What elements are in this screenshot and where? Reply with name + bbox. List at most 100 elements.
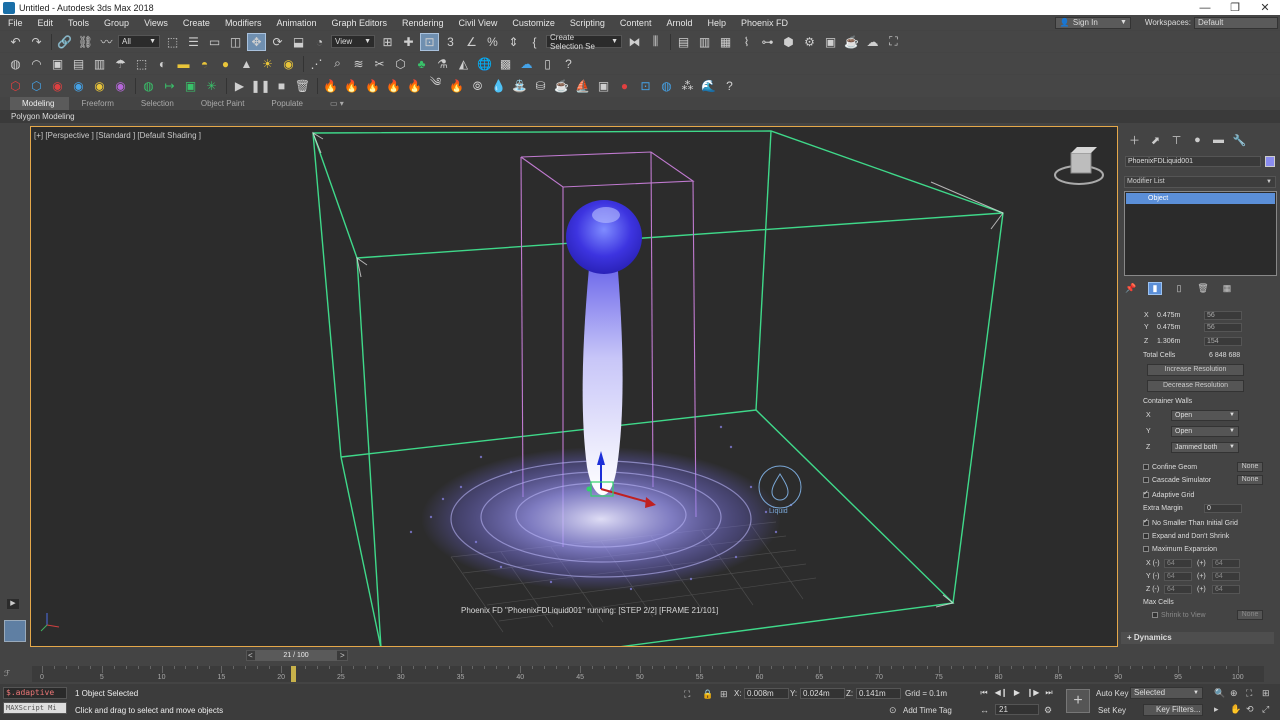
play-animation-icon[interactable]: ▶ [1010, 688, 1024, 699]
menu-views[interactable]: Views [136, 18, 175, 28]
vray-frame-buffer-icon[interactable]: ▤ [69, 55, 88, 73]
menu-group[interactable]: Group [96, 18, 136, 28]
phoenix-liquid-source-icon[interactable]: ◉ [69, 77, 88, 95]
menu-customize[interactable]: Customize [504, 18, 562, 28]
vray-help-icon[interactable]: ? [559, 55, 578, 73]
preset-smoke-icon[interactable]: 🔥 [363, 77, 382, 95]
viewport-layout-button[interactable] [4, 620, 26, 642]
increase-resolution-button[interactable]: Increase Resolution [1147, 364, 1244, 376]
vray-lister-icon[interactable]: ▩ [496, 55, 515, 73]
menu-civil-view[interactable]: Civil View [451, 18, 505, 28]
menu-file[interactable]: File [0, 18, 30, 28]
preset-particles-icon[interactable]: ⁂ [678, 77, 697, 95]
zoom-extents-all-icon[interactable]: ⊞ [1262, 688, 1270, 699]
auto-key-button[interactable]: Auto Key [1096, 689, 1128, 698]
decrease-resolution-button[interactable]: Decrease Resolution [1147, 380, 1244, 392]
liquid-helper-icon[interactable] [758, 465, 802, 509]
grid-x-cells[interactable]: 56 [1204, 311, 1242, 320]
field-of-view-icon[interactable]: ▸ [1214, 704, 1219, 715]
snaps-toggle-icon[interactable]: 3 [441, 33, 460, 51]
prev-key-icon[interactable]: ◀❙ [994, 688, 1008, 699]
align-icon[interactable]: ⫼ [646, 33, 665, 51]
layer-explorer-icon[interactable]: ▥ [695, 33, 714, 51]
select-and-rotate-icon[interactable]: ⟳ [268, 33, 287, 51]
vray-ambient-icon[interactable]: ◉ [279, 55, 298, 73]
preset-cup-icon[interactable]: ☕ [552, 77, 571, 95]
shrink-to-view-checkbox[interactable]: Shrink to View [1152, 612, 1206, 619]
preset-splash-icon[interactable]: ⛲ [510, 77, 529, 95]
tab-populate[interactable]: Populate [259, 97, 318, 110]
phoenix-liquid-grid-icon[interactable]: ⬡ [27, 77, 46, 95]
preset-mixer-icon[interactable]: ⊡ [636, 77, 655, 95]
vray-spot-icon[interactable]: ▲ [237, 55, 256, 73]
shrink-to-view-picker[interactable]: None [1237, 610, 1263, 620]
exp-z-plus-spinner[interactable]: 64 [1212, 585, 1240, 594]
goto-start-icon[interactable]: ⏮ [977, 688, 991, 699]
menu-create[interactable]: Create [175, 18, 217, 28]
vray-fur-icon[interactable]: ⋰ [307, 55, 326, 73]
confine-geom-picker[interactable]: None [1237, 462, 1263, 472]
create-tab-icon[interactable]: ＋ [1124, 132, 1145, 148]
vray-file-icon[interactable]: ▯ [538, 55, 557, 73]
key-mode-icon[interactable]: ↔ [980, 705, 989, 715]
no-smaller-checkbox[interactable]: No Smaller Than Initial Grid [1143, 517, 1238, 527]
add-key-button[interactable]: + [1066, 689, 1090, 713]
selection-filter-dropdown[interactable]: All ▼ [118, 35, 160, 48]
phoenix-discharge-icon[interactable]: ◉ [90, 77, 109, 95]
pan-view-icon[interactable]: ✋ [1230, 704, 1241, 715]
select-and-move-icon[interactable]: ✥ [247, 32, 266, 51]
exp-y-plus-spinner[interactable]: 64 [1212, 572, 1240, 581]
vray-material-icon[interactable]: ▥ [90, 55, 109, 73]
keyboard-shortcut-icon[interactable]: ⊡ [420, 32, 439, 51]
preset-boat-icon[interactable]: ⛵ [573, 77, 592, 95]
schematic-view-icon[interactable]: ⊶ [758, 33, 777, 51]
extra-margin-spinner[interactable]: 0 [1204, 504, 1242, 513]
display-tab-icon[interactable]: ▬ [1208, 132, 1229, 148]
vray-ies-icon[interactable]: ● [216, 55, 235, 73]
next-frame-icon[interactable]: > [340, 651, 345, 660]
pause-icon[interactable]: ❚❚ [250, 77, 270, 95]
phoenix-ocean-icon[interactable]: ◍ [139, 77, 158, 95]
scene-explorer-icon[interactable]: ▤ [674, 33, 693, 51]
cascade-simulator-picker[interactable]: None [1237, 475, 1263, 485]
timeline-playhead[interactable] [291, 666, 297, 682]
time-slider-thumb[interactable]: 21 / 100 [255, 650, 337, 661]
material-editor-icon[interactable]: ⬢ [779, 33, 798, 51]
grid-y-cells[interactable]: 56 [1204, 323, 1242, 332]
stop-icon[interactable]: ■ [272, 77, 291, 95]
grid-z-size[interactable]: 1.306m [1157, 338, 1180, 345]
zoom-all-icon[interactable]: ⊕ [1230, 688, 1238, 699]
menu-edit[interactable]: Edit [30, 18, 61, 28]
object-color-swatch[interactable] [1265, 156, 1275, 167]
coord-x-field[interactable]: 0.008m [744, 688, 789, 699]
vray-sphere-icon[interactable]: ◐ [153, 55, 172, 73]
vray-mesh-icon[interactable]: ⬡ [391, 55, 410, 73]
phoenix-particle-icon[interactable]: ◉ [111, 77, 130, 95]
phoenix-follow-icon[interactable]: ↦ [160, 77, 179, 95]
exp-x-plus-spinner[interactable]: 64 [1212, 559, 1240, 568]
preset-whirl-icon[interactable]: ◍ [657, 77, 676, 95]
grid-x-size[interactable]: 0.475m [1157, 312, 1180, 319]
key-selection-dropdown[interactable]: Selected ▼ [1130, 687, 1203, 699]
trash-icon[interactable]: 🗑 [293, 77, 312, 95]
track-bar-ruler[interactable]: 0 5 10 15 20 25 30 35 40 45 50 55 60 65 70 75 80 85 90 95 10… [32, 666, 1264, 682]
preset-explosion-icon[interactable]: 🔥 [342, 77, 361, 95]
restore-button[interactable]: ❐ [1220, 1, 1250, 14]
zoom-extents-icon[interactable]: ⛶ [1246, 688, 1252, 699]
absolute-mode-icon[interactable]: ⊞ [720, 689, 728, 700]
vray-globe-icon[interactable]: 🌐 [475, 55, 494, 73]
select-object-icon[interactable]: ⬚ [163, 33, 182, 51]
select-and-scale-icon[interactable]: ⬓ [289, 33, 308, 51]
close-button[interactable]: ✕ [1250, 1, 1280, 14]
confine-geom-checkbox[interactable]: Confine Geom [1143, 464, 1197, 471]
preset-fire-icon[interactable]: 🔥 [321, 77, 340, 95]
preset-ocean-icon[interactable]: 🌊 [699, 77, 718, 95]
pivot-center-icon[interactable]: ⊞ [378, 33, 397, 51]
maximum-expansion-checkbox[interactable]: Maximum Expansion [1143, 546, 1217, 553]
expand-dont-shrink-checkbox[interactable]: Expand and Don't Shrink [1143, 533, 1229, 540]
prev-frame-icon[interactable]: < [248, 651, 253, 660]
utilities-tab-icon[interactable]: 🔧 [1229, 132, 1250, 148]
menu-graph-editors[interactable]: Graph Editors [323, 18, 394, 28]
make-unique-icon[interactable]: ▯ [1172, 282, 1186, 295]
preset-drop-icon[interactable]: 💧 [489, 77, 508, 95]
